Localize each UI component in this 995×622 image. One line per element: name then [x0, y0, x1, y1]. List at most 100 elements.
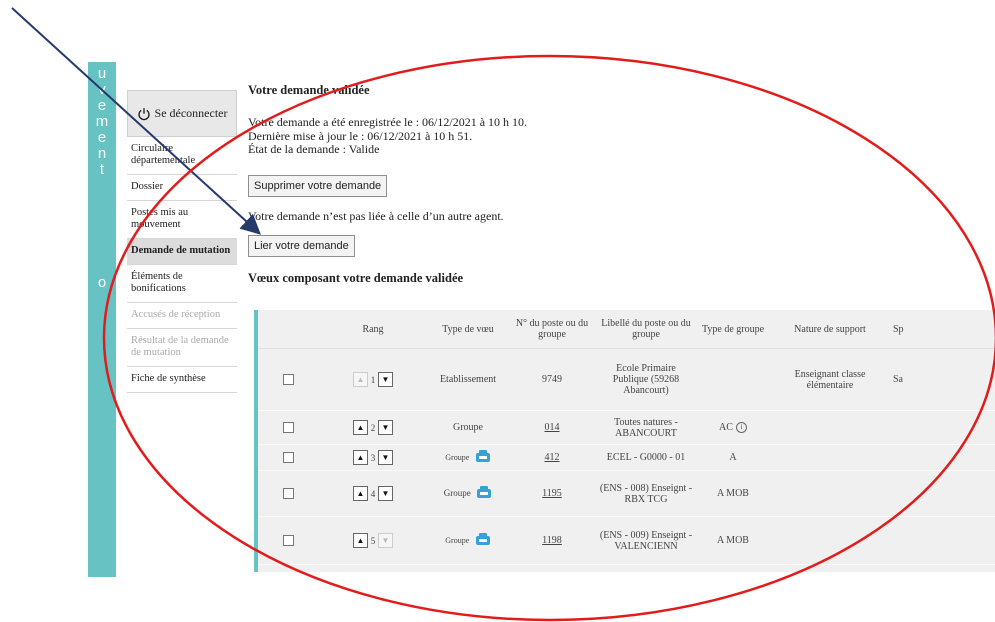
- post-number-link[interactable]: 014: [545, 422, 560, 433]
- support-nature: [770, 516, 890, 565]
- info-updated: Dernière mise à jour le : 06/12/2021 à 1…: [248, 128, 473, 143]
- sidebar-item-demande[interactable]: Demande de mutation: [127, 239, 237, 265]
- logout-button[interactable]: Se déconnecter: [127, 90, 237, 137]
- col-number: N° du poste ou du groupe: [508, 310, 596, 349]
- wish-type: Groupe: [428, 410, 508, 445]
- rank-value: 1: [370, 374, 376, 385]
- col-rank: Rang: [318, 310, 428, 349]
- post-label: Ecole Primaire Publique (59268 Abancourt…: [596, 348, 696, 411]
- sidebar-item-synthese[interactable]: Fiche de synthèse: [127, 367, 237, 393]
- vertical-letter: t: [99, 161, 105, 178]
- support-nature: [770, 410, 890, 445]
- move-down-button[interactable]: ▼: [378, 486, 393, 501]
- row-checkbox[interactable]: [282, 452, 294, 464]
- delete-request-button[interactable]: Supprimer votre demande: [248, 174, 388, 197]
- move-down-button: ▼: [378, 533, 393, 548]
- group-type: A MOB: [696, 516, 770, 565]
- info-icon[interactable]: i: [735, 422, 747, 434]
- move-down-button[interactable]: ▼: [378, 450, 393, 465]
- main-content: Votre demande validée Votre demande a ét…: [248, 80, 995, 286]
- info-registered: Votre demande a été enregistrée le : 06/…: [248, 115, 528, 129]
- link-request-button[interactable]: Lier votre demande: [248, 234, 355, 257]
- sidebar-item-resultat: Résultat de la demande de mutation: [127, 329, 237, 367]
- rank-value: 4: [370, 488, 376, 499]
- group-type: A: [696, 444, 770, 471]
- move-down-button[interactable]: ▼: [378, 372, 393, 387]
- sp-value: [890, 410, 995, 445]
- sidebar-item-circulaire[interactable]: Circulaire départementale: [127, 137, 237, 175]
- group-icon[interactable]: [476, 485, 492, 502]
- group-type: [696, 348, 770, 411]
- vertical-letter: n: [97, 145, 107, 162]
- group-type: AC: [719, 421, 733, 433]
- row-checkbox[interactable]: [282, 535, 294, 547]
- rank-value: 5: [370, 535, 376, 546]
- sidebar-item-dossier[interactable]: Dossier: [127, 175, 237, 201]
- sp-value: Sa: [890, 348, 995, 411]
- table-row: ▲ 3 ▼ Groupe 412 ECEL - G0000 - 01 A: [258, 444, 995, 471]
- rank-value: 3: [370, 452, 376, 463]
- support-nature: Enseignant classe élémentaire: [770, 348, 890, 411]
- request-info: Votre demande a été enregistrée le : 06/…: [248, 115, 995, 157]
- vertical-letter: m: [95, 113, 109, 130]
- vertical-letter: e: [97, 97, 107, 114]
- col-wish-type: Type de vœu: [428, 310, 508, 349]
- support-nature: [770, 444, 890, 471]
- logout-label: Se déconnecter: [154, 106, 228, 120]
- row-checkbox[interactable]: [282, 422, 294, 434]
- wishes-table-panel: Rang Type de vœu N° du poste ou du group…: [254, 310, 995, 572]
- sidebar-item-postes[interactable]: Postes mis au mouvement: [127, 201, 237, 239]
- group-icon[interactable]: [475, 532, 491, 549]
- post-number-link[interactable]: 1198: [542, 535, 562, 546]
- vertical-letter: e: [97, 129, 107, 146]
- group-type: A MOB: [696, 470, 770, 517]
- sidebar: Se déconnecter Circulaire départementale…: [127, 90, 237, 393]
- row-checkbox[interactable]: [282, 488, 294, 500]
- table-row: ▲ 1 ▼ Etablissement 9749 Ecole Primaire …: [258, 348, 995, 411]
- support-nature: [770, 470, 890, 517]
- wish-type: Etablissement: [428, 348, 508, 411]
- post-label: (ENS - 009) Enseignt - VALENCIENN: [596, 516, 696, 565]
- move-up-button[interactable]: ▲: [353, 450, 368, 465]
- info-state: État de la demande : Valide: [248, 142, 380, 156]
- vertical-letter: u: [97, 65, 107, 82]
- post-number-link[interactable]: 1195: [542, 488, 562, 499]
- sidebar-item-bonifications[interactable]: Éléments de bonifications: [127, 265, 237, 303]
- group-icon[interactable]: [475, 449, 491, 466]
- vertical-letters: u v e m e n t o: [88, 66, 116, 291]
- wishes-title: Vœux composant votre demande validée: [248, 270, 464, 285]
- post-number: 9749: [508, 348, 596, 411]
- table-row: ▲ 2 ▼ Groupe 014 Toutes natures - ABANCO…: [258, 410, 995, 445]
- move-up-button: ▲: [353, 372, 368, 387]
- wish-type: Groupe: [445, 535, 470, 545]
- post-number-link[interactable]: 412: [545, 452, 560, 463]
- wishes-table: Rang Type de vœu N° du poste ou du group…: [258, 310, 995, 565]
- move-up-button[interactable]: ▲: [353, 420, 368, 435]
- sp-value: [890, 516, 995, 565]
- vertical-letter: o: [97, 274, 107, 291]
- col-sp: Sp: [890, 310, 995, 349]
- sidebar-item-accuses: Accusés de réception: [127, 303, 237, 329]
- col-support: Nature de support: [770, 310, 890, 349]
- vertical-title-bar: u v e m e n t o: [88, 62, 116, 577]
- sp-value: [890, 444, 995, 471]
- row-checkbox[interactable]: [282, 374, 294, 386]
- post-label: (ENS - 008) Enseignt - RBX TCG: [596, 470, 696, 517]
- rank-value: 2: [370, 422, 376, 433]
- vertical-letter: v: [98, 81, 106, 98]
- move-up-button[interactable]: ▲: [353, 486, 368, 501]
- table-row: ▲ 5 ▼ Groupe 1198 (ENS - 009) Enseignt -…: [258, 516, 995, 565]
- sp-value: [890, 470, 995, 517]
- post-label: ECEL - G0000 - 01: [596, 444, 696, 471]
- col-label: Libellé du poste ou du groupe: [596, 310, 696, 349]
- move-up-button[interactable]: ▲: [353, 533, 368, 548]
- col-group-type: Type de groupe: [696, 310, 770, 349]
- power-icon: [137, 107, 151, 121]
- wish-type: Groupe: [445, 452, 470, 462]
- move-down-button[interactable]: ▼: [378, 420, 393, 435]
- post-label: Toutes natures - ABANCOURT: [596, 410, 696, 445]
- table-row: ▲ 4 ▼ Groupe 1195 (ENS - 008) Enseignt -…: [258, 470, 995, 517]
- link-status-text: Votre demande n’est pas liée à celle d’u…: [248, 208, 504, 223]
- table-header-row: Rang Type de vœu N° du poste ou du group…: [258, 310, 995, 349]
- wish-type: Groupe: [443, 487, 471, 498]
